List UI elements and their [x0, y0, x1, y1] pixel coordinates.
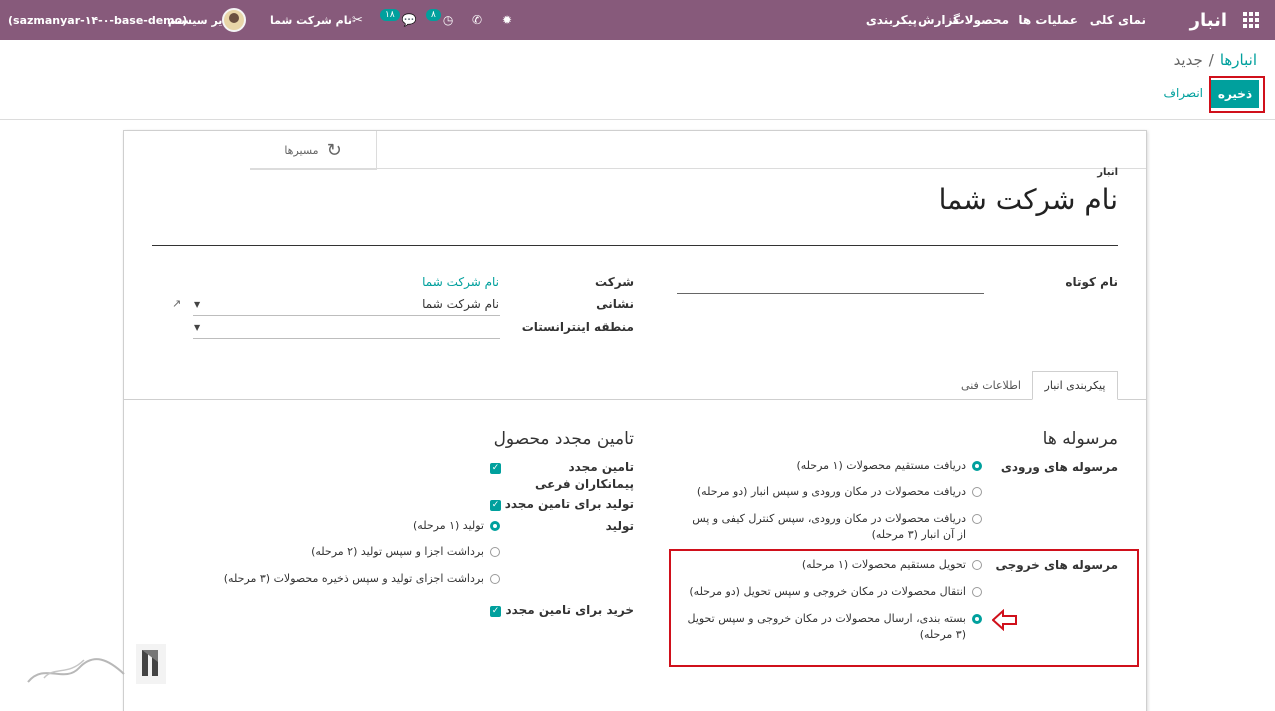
refresh-icon: ↻ — [326, 139, 342, 161]
short-name-input[interactable] — [677, 293, 984, 294]
subcontract-resupply-label: تامین مجدد پیمانکاران فرعی — [534, 460, 634, 491]
pointer-arrow-icon — [992, 609, 1017, 631]
incoming-shipments-label: مرسوله های ورودی — [1000, 460, 1118, 474]
menu-overview[interactable]: نمای کلی — [1090, 0, 1146, 40]
manufacture-label: تولید — [605, 519, 634, 533]
external-link-icon[interactable]: ↗ — [172, 297, 181, 310]
radio-button[interactable] — [972, 487, 982, 497]
activity-menu[interactable]: ۸ ◷ — [426, 0, 453, 40]
warehouse-name-input[interactable]: نام شرکت شما — [939, 183, 1118, 216]
radio-button[interactable] — [972, 514, 982, 524]
apps-menu-icon[interactable] — [1243, 0, 1261, 40]
manufacture-option-3[interactable]: برداشت اجزای تولید و سپس ذخیره محصولات (… — [210, 571, 500, 587]
chat-icon: 💬 — [401, 13, 417, 27]
warehouse-overline: انبار — [1097, 167, 1118, 178]
discard-button[interactable]: انصراف — [1164, 86, 1203, 100]
chat-count-badge: ۱۸ — [380, 9, 400, 21]
intrastat-region-input[interactable] — [193, 338, 500, 339]
control-panel-divider — [0, 119, 1275, 120]
clock-icon: ◷ — [442, 13, 454, 27]
company-value[interactable]: نام شرکت شما — [422, 275, 499, 289]
top-navbar: انبار نمای کلی عملیات ها محصولات گزارش پ… — [0, 0, 1275, 40]
user-avatar[interactable] — [222, 8, 246, 32]
menu-configuration[interactable]: پیکربندی — [866, 0, 917, 40]
radio-button[interactable] — [490, 574, 500, 584]
scissors-icon[interactable]: ✂ — [352, 0, 363, 40]
tab-technical-info[interactable]: اطلاعات فنی — [951, 371, 1031, 400]
incoming-option-1[interactable]: دریافت مستقیم محصولات (۱ مرحله) — [682, 458, 982, 474]
menu-operations[interactable]: عملیات ها — [1018, 0, 1078, 40]
manufacture-resupply-label: تولید برای تامین مجدد — [504, 497, 634, 511]
address-value[interactable]: نام شرکت شما — [422, 297, 499, 311]
manufacture-option-1[interactable]: تولید (۱ مرحله) — [210, 518, 500, 534]
resupply-title: تامین مجدد محصول — [493, 429, 634, 449]
incoming-option-label: دریافت محصولات در مکان ورودی و سپس انبار… — [696, 485, 966, 498]
manufacture-resupply-checkbox[interactable]: ✓ — [490, 500, 501, 511]
routes-smart-button[interactable]: مسیرها ↻ — [250, 131, 377, 170]
app-brand[interactable]: انبار — [1190, 0, 1227, 40]
menu-products[interactable]: محصولات — [953, 0, 1009, 40]
menu-reporting[interactable]: گزارش — [918, 0, 960, 40]
region-dropdown-icon[interactable]: ▼ — [194, 323, 200, 332]
subcontract-checkbox[interactable]: ✓ — [490, 463, 501, 474]
incoming-option-label: دریافت مستقیم محصولات (۱ مرحله) — [796, 459, 966, 472]
manufacture-option-label: برداشت اجزای تولید و سپس ذخیره محصولات (… — [223, 572, 484, 585]
short-name-label: نام کوتاه — [1065, 275, 1118, 289]
phone-icon[interactable]: ✆ — [472, 0, 482, 40]
outgoing-highlight-box — [669, 549, 1139, 667]
radio-button[interactable] — [972, 461, 982, 471]
buy-resupply-label: خرید برای تامین مجدد — [505, 603, 634, 617]
form-sheet: مسیرها ↻ انبار نام شرکت شما نام کوتاه شر… — [123, 130, 1147, 711]
incoming-option-2[interactable]: دریافت محصولات در مکان ورودی و سپس انبار… — [682, 484, 982, 500]
debug-icon[interactable]: ✹ — [502, 0, 512, 40]
save-button-highlight — [1209, 76, 1265, 113]
address-label: نشانی — [596, 297, 634, 311]
buy-resupply-checkbox[interactable]: ✓ — [490, 606, 501, 617]
watermark-logo — [27, 644, 166, 684]
manufacture-option-2[interactable]: برداشت اجزا و سپس تولید (۲ مرحله) — [210, 544, 500, 560]
manufacture-option-label: برداشت اجزا و سپس تولید (۲ مرحله) — [311, 545, 484, 558]
tab-warehouse-config[interactable]: پیکربندی انبار — [1032, 371, 1118, 400]
address-dropdown-icon[interactable]: ▼ — [194, 300, 200, 309]
radio-button[interactable] — [490, 521, 500, 531]
routes-label: مسیرها — [284, 143, 319, 157]
intrastat-region-label: منطقه اینترانستات — [521, 320, 634, 334]
database-name: (sazmanyar-۱۴-۰-base-demo) — [8, 13, 188, 27]
company-label: شرکت — [595, 275, 634, 289]
address-underline — [193, 315, 500, 316]
shipments-title: مرسوله ها — [1042, 429, 1118, 449]
breadcrumb-current: جدید — [1173, 51, 1203, 69]
activity-count-badge: ۸ — [426, 9, 441, 21]
button-box: مسیرها ↻ — [250, 131, 1146, 170]
company-switcher[interactable]: نام شرکت شما — [270, 0, 352, 40]
breadcrumb-separator: / — [1208, 51, 1214, 69]
warehouse-name-underline — [152, 245, 1118, 246]
breadcrumb-parent[interactable]: انبارها — [1220, 51, 1257, 69]
radio-button[interactable] — [490, 547, 500, 557]
breadcrumb: انبارها / جدید — [1174, 51, 1257, 69]
incoming-option-3[interactable]: دریافت محصولات در مکان ورودی، سپس کنترل … — [682, 511, 982, 543]
manufacture-option-label: تولید (۱ مرحله) — [413, 519, 484, 532]
incoming-option-label: دریافت محصولات در مکان ورودی، سپس کنترل … — [692, 512, 966, 541]
messaging-menu[interactable]: ۱۸ 💬 — [380, 0, 417, 40]
